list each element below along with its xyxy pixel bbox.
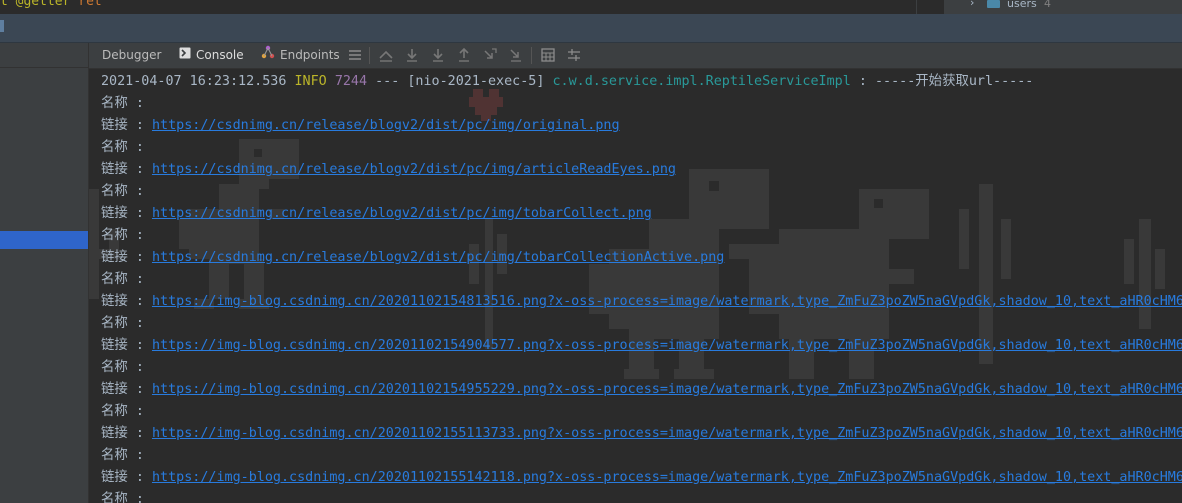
log-timestamp: 2021-04-07 16:23:12.536	[101, 74, 287, 89]
log-name-line: 名称 :	[101, 181, 1182, 203]
ide-debug-window: t @getter ret › users 4 Debugger Console	[0, 0, 1182, 503]
log-url-link[interactable]: https://csdnimg.cn/release/blogv2/dist/p…	[152, 118, 620, 133]
log-name-line: 名称 :	[101, 269, 1182, 291]
tree-item-count: 4	[1044, 0, 1051, 10]
link-label: 链接 :	[101, 382, 144, 397]
code-prefix: t	[0, 0, 16, 9]
tab-console[interactable]: Console	[179, 43, 244, 68]
log-url-link[interactable]: https://csdnimg.cn/release/blogv2/dist/p…	[152, 206, 652, 221]
name-label: 名称 :	[101, 316, 144, 331]
show-execution-point-icon[interactable]	[378, 47, 394, 63]
name-label: 名称 :	[101, 404, 144, 419]
log-logger: c.w.d.service.impl.ReptileServiceImpl	[552, 74, 851, 89]
step-over-icon[interactable]	[404, 47, 420, 63]
console-icon	[179, 43, 191, 68]
log-link-line: 链接 : https://img-blog.csdnimg.cn/2020110…	[101, 291, 1182, 313]
log-link-line: 链接 : https://img-blog.csdnimg.cn/2020110…	[101, 467, 1182, 489]
gutter-selected-item[interactable]	[0, 231, 88, 249]
log-name-line: 名称 :	[101, 357, 1182, 379]
tab-debugger-label: Debugger	[102, 48, 162, 62]
project-tree-pane[interactable]: › users 4	[944, 0, 1182, 14]
log-name-line: 名称 :	[101, 313, 1182, 335]
log-header-line: 2021-04-07 16:23:12.536 INFO 7244 --- [n…	[101, 71, 1182, 93]
log-link-line: 链接 : https://csdnimg.cn/release/blogv2/d…	[101, 115, 1182, 137]
log-url-link[interactable]: https://img-blog.csdnimg.cn/202011021548…	[152, 294, 1182, 309]
log-level: INFO	[294, 74, 327, 89]
log-separator: ---	[375, 74, 400, 89]
editor-divider	[916, 0, 917, 14]
log-link-line: 链接 : https://img-blog.csdnimg.cn/2020110…	[101, 423, 1182, 445]
link-label: 链接 :	[101, 250, 144, 265]
name-label: 名称 :	[101, 272, 144, 287]
tab-endpoints-label: Endpoints	[280, 48, 340, 62]
log-url-link[interactable]: https://img-blog.csdnimg.cn/202011021549…	[152, 338, 1182, 353]
run-config-icon	[0, 20, 4, 32]
name-label: 名称 :	[101, 448, 144, 463]
toolbar-separator	[531, 47, 532, 64]
name-label: 名称 :	[101, 184, 144, 199]
link-label: 链接 :	[101, 118, 144, 133]
tab-endpoints[interactable]: Endpoints	[261, 43, 340, 68]
run-to-cursor-icon[interactable]	[482, 47, 498, 63]
editor-area[interactable]: t @getter ret › users 4	[0, 0, 1182, 14]
tab-debugger[interactable]: Debugger	[102, 43, 161, 68]
name-label: 名称 :	[101, 140, 144, 155]
log-link-line: 链接 : https://img-blog.csdnimg.cn/2020110…	[101, 335, 1182, 357]
tree-item-users[interactable]: users	[1007, 0, 1037, 10]
link-label: 链接 :	[101, 426, 144, 441]
debug-tool-window-header	[0, 14, 1182, 43]
endpoints-icon	[261, 43, 275, 68]
link-label: 链接 :	[101, 206, 144, 221]
log-url-link[interactable]: https://img-blog.csdnimg.cn/202011021549…	[152, 382, 1182, 397]
force-step-icon[interactable]	[508, 47, 524, 63]
step-out-icon[interactable]	[456, 47, 472, 63]
link-label: 链接 :	[101, 162, 144, 177]
name-label: 名称 :	[101, 360, 144, 375]
log-url-link[interactable]: https://csdnimg.cn/release/blogv2/dist/p…	[152, 162, 676, 177]
log-message: : -----开始获取url-----	[858, 74, 1034, 89]
log-name-line: 名称 :	[101, 445, 1182, 467]
code-keyword: ret	[78, 0, 102, 9]
tree-expand-icon[interactable]: ›	[970, 0, 974, 9]
link-label: 链接 :	[101, 470, 144, 485]
log-name-line: 名称 :	[101, 225, 1182, 247]
console-output[interactable]: 2021-04-07 16:23:12.536 INFO 7244 --- [n…	[89, 69, 1182, 503]
name-label: 名称 :	[101, 492, 144, 503]
log-thread: [nio-2021-exec-5]	[407, 74, 545, 89]
log-name-line: 名称 :	[101, 401, 1182, 423]
step-into-icon[interactable]	[430, 47, 446, 63]
toolbar-separator	[369, 47, 370, 64]
debug-left-toolbar	[0, 43, 89, 503]
menu-icon[interactable]	[347, 47, 363, 63]
name-label: 名称 :	[101, 228, 144, 243]
log-lines: 2021-04-07 16:23:12.536 INFO 7244 --- [n…	[101, 71, 1182, 503]
name-label: 名称 :	[101, 96, 144, 111]
tab-console-label: Console	[196, 48, 244, 62]
log-name-line: 名称 :	[101, 137, 1182, 159]
folder-icon	[987, 0, 1000, 8]
frames-icon[interactable]	[566, 47, 582, 63]
log-link-line: 链接 : https://csdnimg.cn/release/blogv2/d…	[101, 203, 1182, 225]
evaluate-icon[interactable]	[540, 47, 556, 63]
debug-tab-bar: Debugger Console Endpoints	[89, 43, 1182, 69]
code-annotation: @getter	[15, 0, 71, 9]
log-link-line: 链接 : https://csdnimg.cn/release/blogv2/d…	[101, 247, 1182, 269]
log-pid: 7244	[334, 74, 368, 89]
log-link-line: 链接 : https://csdnimg.cn/release/blogv2/d…	[101, 159, 1182, 181]
log-url-link[interactable]: https://img-blog.csdnimg.cn/202011021551…	[152, 470, 1182, 485]
link-label: 链接 :	[101, 294, 144, 309]
log-name-line: 名称 :	[101, 93, 1182, 115]
link-label: 链接 :	[101, 338, 144, 353]
gutter-divider	[0, 67, 88, 68]
log-name-line: 名称 :	[101, 489, 1182, 503]
log-link-line: 链接 : https://img-blog.csdnimg.cn/2020110…	[101, 379, 1182, 401]
log-url-link[interactable]: https://img-blog.csdnimg.cn/202011021551…	[152, 426, 1182, 441]
log-url-link[interactable]: https://csdnimg.cn/release/blogv2/dist/p…	[152, 250, 724, 265]
editor-code-line: t @getter ret	[0, 0, 102, 9]
